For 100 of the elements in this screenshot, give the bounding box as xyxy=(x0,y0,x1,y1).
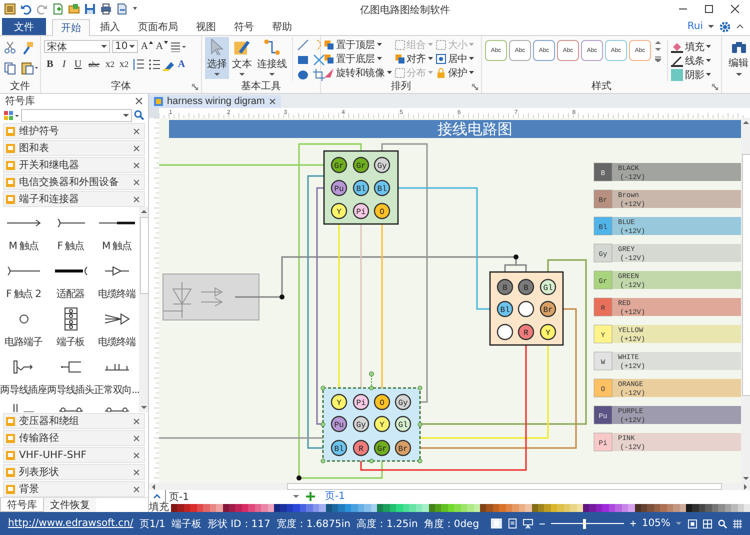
tool-button[interactable]: 文本 xyxy=(230,37,254,79)
library-category[interactable]: VHF-UHF-SHF xyxy=(3,447,145,463)
window-title: 亿图电路图绘制软件 xyxy=(360,4,450,17)
group-label: 排列 xyxy=(390,81,412,93)
pin-label: B xyxy=(524,284,528,293)
pin-label: O xyxy=(380,208,384,217)
symbol-item[interactable]: 电缆终端 xyxy=(98,307,136,349)
arrange-command[interactable]: 保护 xyxy=(436,66,474,79)
arrange-command[interactable]: 旋转和镜像 xyxy=(324,66,392,79)
pin-label: Y xyxy=(380,421,384,430)
category-label: 变压器和绕组 xyxy=(19,414,80,428)
library-category[interactable]: 变压器和绕组 xyxy=(3,413,145,429)
pin-label: R xyxy=(524,329,528,338)
symbol-item[interactable]: 电路端子 xyxy=(4,307,42,349)
website-link[interactable]: http://www.edrawsoft.cn/ xyxy=(8,518,134,529)
category-label: 列表形状 xyxy=(19,466,60,479)
symbol-item[interactable]: 两导线插座 xyxy=(0,355,48,397)
tool-button[interactable]: 选择 xyxy=(205,37,229,79)
symbol-item[interactable]: F 触点 xyxy=(56,211,86,253)
pin-label: Pu xyxy=(334,185,344,194)
arrange-command[interactable]: 居中 xyxy=(436,52,474,65)
library-category[interactable]: 开关和继电器 xyxy=(3,157,145,173)
category-label: 开关和继电器 xyxy=(19,158,80,172)
text-format-button[interactable]: B xyxy=(44,58,56,71)
format-command[interactable]: 填充 xyxy=(671,40,712,53)
shrink-font-button[interactable]: A xyxy=(155,40,164,53)
pin-label: Bl xyxy=(334,445,344,454)
symbol-item[interactable]: 正常双向... xyxy=(94,355,140,397)
text-format-button[interactable]: I xyxy=(58,58,70,71)
user-name[interactable]: Rui xyxy=(687,21,703,32)
text-format-button[interactable]: abc xyxy=(86,58,102,71)
category-label: 传输路径 xyxy=(19,432,60,445)
font-color-button[interactable]: A xyxy=(177,58,186,71)
library-category[interactable]: 列表形状 xyxy=(3,464,145,480)
pin-label: R xyxy=(358,445,364,454)
grow-font-button[interactable]: A xyxy=(140,40,149,53)
font-family-select[interactable]: 宋体 xyxy=(44,40,110,53)
symbol-item[interactable]: 电缆终端 xyxy=(98,259,136,301)
ribbon-tab[interactable]: 视图 xyxy=(188,18,224,35)
status-text: 端子板 xyxy=(171,518,202,530)
pin-label: Br xyxy=(543,306,553,315)
symbol-item[interactable]: 适配器 xyxy=(54,259,88,301)
pin-label: Gl xyxy=(398,421,408,430)
arrange-command[interactable]: 置于底层 xyxy=(324,52,392,65)
text-format-button[interactable]: U xyxy=(72,58,84,71)
category-label: 电信交换器和外围设备 xyxy=(19,176,120,189)
status-text: 形状 ID：117 xyxy=(207,518,270,530)
panel-title: 符号库 xyxy=(5,94,35,108)
pin-label: Gy xyxy=(356,421,366,430)
category-label: 背景 xyxy=(19,482,40,496)
symbol-item[interactable]: 端子板 xyxy=(56,307,85,349)
pin-label: Pi xyxy=(356,208,366,217)
library-category[interactable]: 背景 xyxy=(3,481,145,497)
file-menu-button[interactable]: 文件 xyxy=(2,18,46,35)
pin-label: Y xyxy=(546,329,550,338)
pin-label: O xyxy=(380,399,384,408)
format-command[interactable]: 阴影 xyxy=(671,68,712,81)
status-text: 高度：1.25in xyxy=(356,518,418,530)
pin-label: Bl xyxy=(500,306,510,315)
pin-label: Bl xyxy=(377,185,387,194)
group-label: 文件 xyxy=(9,81,31,93)
library-category[interactable]: 维护符号 xyxy=(3,123,145,139)
panel-tab[interactable]: 文件恢复 xyxy=(44,498,96,512)
pin-label: Y xyxy=(336,399,342,408)
category-label: 图和表 xyxy=(19,142,50,155)
ribbon-tab[interactable]: 符号 xyxy=(226,18,262,35)
category-label: 端子和连接器 xyxy=(19,192,80,206)
status-text: 页1/1 xyxy=(139,518,166,530)
ribbon-tab[interactable]: 帮助 xyxy=(264,18,300,35)
symbol-item[interactable]: F 触点 2 xyxy=(6,259,41,301)
pin-label: Pu xyxy=(334,421,344,430)
pin-label: Gr xyxy=(377,445,387,454)
zoom-level[interactable]: 105% xyxy=(642,518,670,529)
tool-button[interactable]: 连接线 xyxy=(255,37,289,79)
pin-label: Gl xyxy=(543,284,553,293)
ribbon-tab[interactable]: 开始 xyxy=(52,18,90,36)
symbol-item[interactable]: M 触点 xyxy=(98,211,136,253)
symbol-item[interactable]: M 触点 xyxy=(6,211,42,253)
ribbon-tab[interactable]: 页面布局 xyxy=(130,18,186,35)
ribbon-tab[interactable]: 插入 xyxy=(92,18,128,35)
format-command[interactable]: 线条 xyxy=(671,54,712,67)
edit-button[interactable]: 编辑 xyxy=(722,36,750,81)
library-category[interactable]: 电信交换器和外围设备 xyxy=(3,174,145,190)
group-label: 样式 xyxy=(590,81,612,93)
symbol-item[interactable]: 两导线插头 xyxy=(47,355,94,397)
library-category[interactable]: 端子和连接器 xyxy=(3,191,145,207)
arrange-command[interactable]: 对齐 xyxy=(394,52,433,65)
library-category[interactable]: 传输路径 xyxy=(3,430,145,446)
pin-label: B xyxy=(502,284,508,293)
category-label: 维护符号 xyxy=(19,124,60,138)
pin-label: Gy xyxy=(377,162,387,171)
diagram-title: 接线电路图 xyxy=(438,120,512,138)
font-size-select[interactable]: 10 xyxy=(112,40,138,53)
category-label: VHF-UHF-SHF xyxy=(19,450,88,460)
pin-label: Bl xyxy=(356,185,366,194)
library-category[interactable]: 图和表 xyxy=(3,140,145,156)
panel-tab[interactable]: 符号库 xyxy=(0,498,44,512)
arrange-command[interactable]: 置于顶层 xyxy=(324,38,392,51)
group-label: 字体 xyxy=(110,81,132,93)
pin-label: Pi xyxy=(356,399,366,408)
